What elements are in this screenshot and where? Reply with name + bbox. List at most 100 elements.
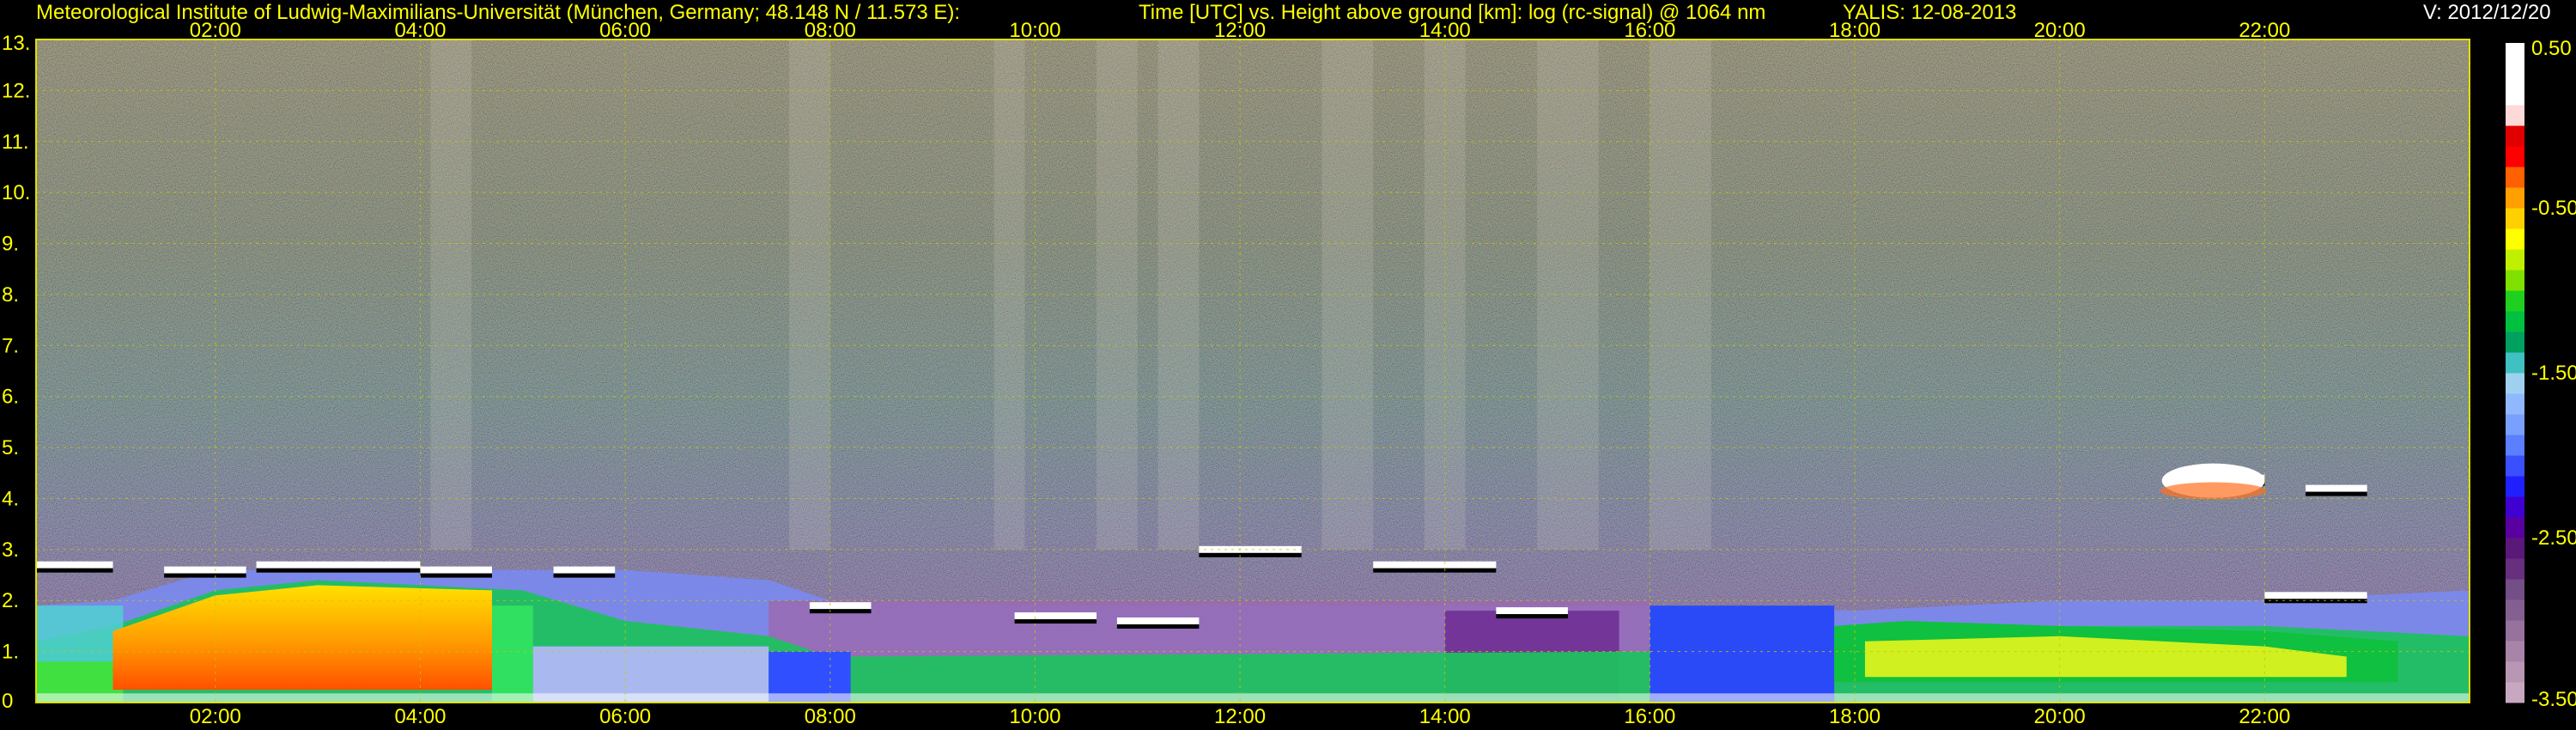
surface-band xyxy=(36,693,2470,703)
x-axis-top: 02:00 04:00 06:00 08:00 10:00 12:00 14:00 16:00… xyxy=(190,19,2291,42)
colorbar-segment xyxy=(2506,43,2524,64)
cloud-patch xyxy=(420,566,493,574)
cloud-patch xyxy=(1199,545,1302,553)
y-tick-label: 4. xyxy=(2,487,19,510)
y-axis: 0 1. 2. 3. 4. 5. 6. 7. 8. 9. 10. 11. 12. 13. xyxy=(2,32,30,713)
colorbar-segment xyxy=(2506,579,2524,600)
colorbar-segment xyxy=(2506,228,2524,250)
cloud-patch xyxy=(1116,617,1200,624)
x-tick-label-bottom: 10:00 xyxy=(1009,705,1060,728)
x-tick-label-top: 20:00 xyxy=(2034,19,2086,42)
x-tick-label-bottom: 06:00 xyxy=(599,705,651,728)
colorbar-segment xyxy=(2506,270,2524,291)
x-tick-label-bottom: 04:00 xyxy=(394,705,446,728)
colorbar-segment xyxy=(2506,84,2524,106)
heatmap-layers xyxy=(36,40,2470,703)
colorbar-segment xyxy=(2506,64,2524,85)
cloud-shadow xyxy=(2264,599,2367,604)
colorbar-segment xyxy=(2506,558,2524,580)
cloud-shadow xyxy=(1496,614,1568,619)
cloud-patch xyxy=(164,566,246,574)
cloud-patch xyxy=(2306,484,2367,492)
cloud-patch xyxy=(36,561,113,569)
cloud-shadow xyxy=(164,573,246,578)
colorbar-segment xyxy=(2506,496,2524,518)
colorbar-segment xyxy=(2506,105,2524,126)
colorbar-segment xyxy=(2506,311,2524,332)
y-tick-label: 6. xyxy=(2,386,19,409)
blue-layer-16 xyxy=(1649,605,1835,703)
y-tick-label: 13. xyxy=(2,32,30,55)
y-tick-label: 5. xyxy=(2,436,19,459)
colorbar-segment xyxy=(2506,661,2524,683)
cloud-shadow xyxy=(1199,552,1302,557)
colorbar-segment xyxy=(2506,517,2524,538)
colorbar-segment xyxy=(2506,414,2524,435)
x-tick-label-top: 18:00 xyxy=(1829,19,1880,42)
cloud-patch xyxy=(1496,607,1568,615)
colorbar xyxy=(2506,43,2524,703)
colorbar-tick-label: -0.50 xyxy=(2531,197,2576,220)
colorbar-segment xyxy=(2506,125,2524,147)
cloud-patch xyxy=(1014,612,1097,620)
colorbar-segment xyxy=(2506,249,2524,271)
colorbar-tick-label: -3.50 xyxy=(2531,688,2576,711)
x-tick-label-top: 04:00 xyxy=(394,19,446,42)
cloud-shadow xyxy=(1014,619,1097,624)
x-tick-label-bottom: 22:00 xyxy=(2239,705,2290,728)
cloud-patch xyxy=(1373,561,1497,569)
y-tick-label: 1. xyxy=(2,641,19,664)
x-tick-label-bottom: 14:00 xyxy=(1419,705,1471,728)
cloud-patch xyxy=(256,561,421,569)
colorbar-segment xyxy=(2506,641,2524,662)
x-tick-label-bottom: 16:00 xyxy=(1624,705,1675,728)
x-tick-label-top: 16:00 xyxy=(1624,19,1675,42)
cloud-shadow xyxy=(36,568,113,573)
lidar-heatmap: 02:00 04:00 06:00 08:00 10:00 12:00 14:00 16:00… xyxy=(2,19,2576,728)
cloud-shadow xyxy=(1116,624,1200,629)
cloud-shadow xyxy=(1373,568,1497,573)
colorbar-segment xyxy=(2506,352,2524,374)
x-axis-bottom: 02:00 04:00 06:00 08:00 10:00 12:00 14:00 16:00… xyxy=(190,705,2291,728)
cloud-edge xyxy=(2160,482,2267,500)
colorbar-segment xyxy=(2506,538,2524,559)
cloud-shadow xyxy=(2306,491,2367,496)
colorbar-segment xyxy=(2506,290,2524,312)
cloud-shadow xyxy=(553,573,616,578)
x-tick-label-top: 22:00 xyxy=(2239,19,2290,42)
colorbar-tick-label: -1.50 xyxy=(2531,362,2576,385)
x-tick-label-bottom: 20:00 xyxy=(2034,705,2086,728)
x-tick-label-bottom: 02:00 xyxy=(190,705,241,728)
cloud-patch xyxy=(553,566,616,574)
noise-streak xyxy=(789,40,830,550)
colorbar-tick-label: -2.50 xyxy=(2531,526,2576,550)
colorbar-segment xyxy=(2506,435,2524,456)
colorbar-segment xyxy=(2506,187,2524,209)
x-tick-label-top: 12:00 xyxy=(1214,19,1266,42)
colorbar-tick-label: 0.50 xyxy=(2531,37,2572,60)
y-tick-label: 12. xyxy=(2,79,30,102)
colorbar-segment xyxy=(2506,620,2524,642)
y-tick-label: 11. xyxy=(2,131,29,154)
y-tick-label: 7. xyxy=(2,334,19,357)
x-tick-label-top: 02:00 xyxy=(190,19,241,42)
colorbar-segment xyxy=(2506,167,2524,188)
colorbar-segment xyxy=(2506,682,2524,703)
y-tick-label: 2. xyxy=(2,589,19,612)
colorbar-segment xyxy=(2506,373,2524,394)
y-tick-label: 8. xyxy=(2,283,19,307)
x-tick-label-bottom: 12:00 xyxy=(1214,705,1266,728)
y-tick-label: 9. xyxy=(2,233,19,256)
colorbar-segment xyxy=(2506,332,2524,353)
colorbar-segment xyxy=(2506,599,2524,621)
x-tick-label-top: 14:00 xyxy=(1419,19,1471,42)
colorbar-segment xyxy=(2506,476,2524,497)
y-tick-label: 3. xyxy=(2,538,19,562)
green-column xyxy=(492,605,533,703)
x-tick-label-bottom: 08:00 xyxy=(805,705,856,728)
colorbar-segment xyxy=(2506,208,2524,229)
x-tick-label-top: 08:00 xyxy=(805,19,856,42)
cloud-shadow xyxy=(256,568,421,573)
colorbar-segment xyxy=(2506,393,2524,415)
colorbar-segment xyxy=(2506,146,2524,167)
